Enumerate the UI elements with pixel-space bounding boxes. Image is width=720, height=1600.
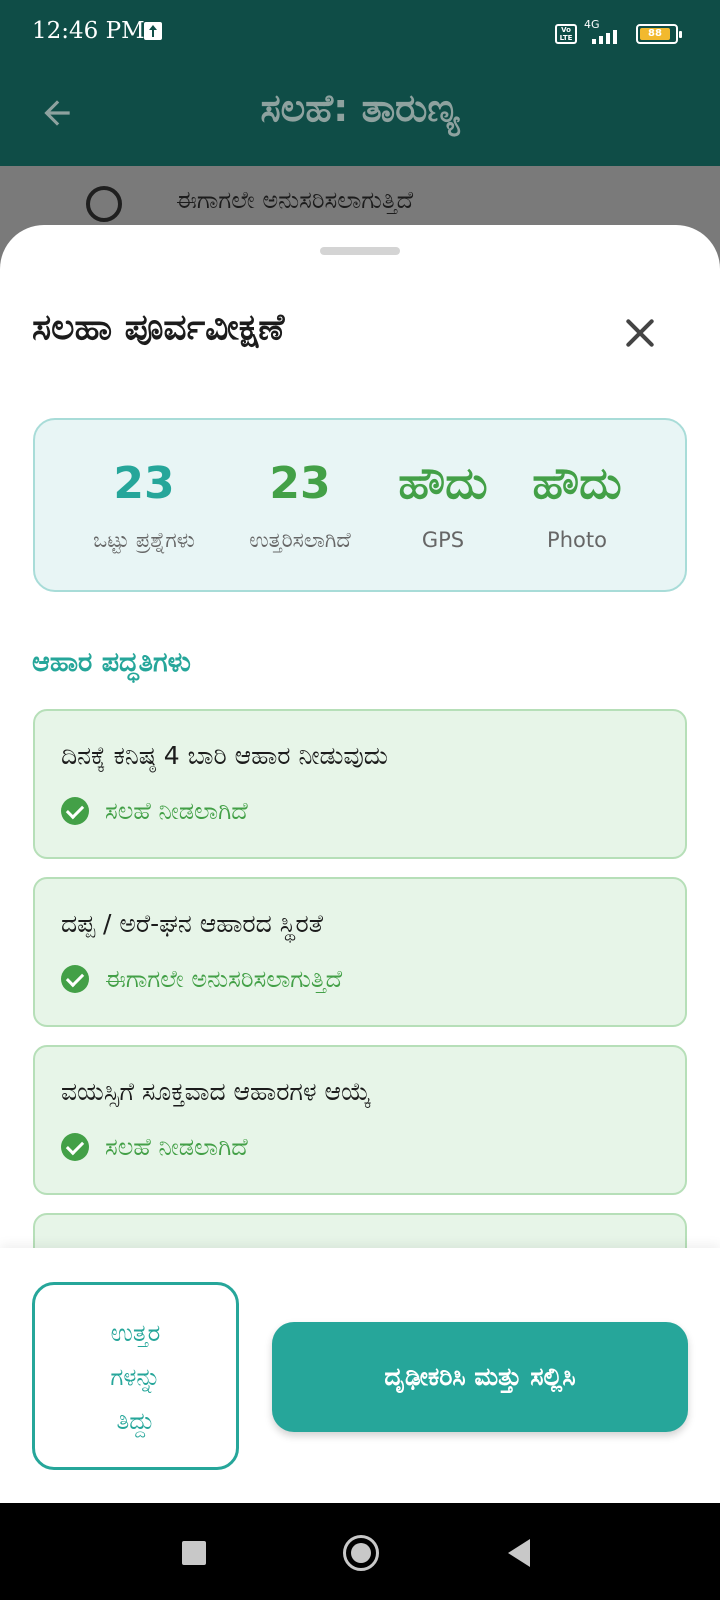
- advice-card: ವಯಸ್ಸಿಗೆ ಸೂಕ್ತವಾದ ಆಹಾರಗಳ ಆಯ್ಕೆ ಸಲಹೆ ನೀಡಲ…: [33, 1045, 687, 1195]
- advice-status: ಈಗಾಗಲೇ ಅನುಸರಿಸಲಾಗುತ್ತಿದೆ: [61, 965, 342, 993]
- stat-value: ಹೌದು: [532, 458, 622, 509]
- advice-status-text: ಸಲಹೆ ನೀಡಲಾಗಿದೆ: [105, 797, 248, 825]
- advice-card: ದಪ್ಪ / ಅರೆ-ಘನ ಆಹಾರದ ಸ್ಥಿರತೆ ಈಗಾಗಲೇ ಅನುಸರ…: [33, 877, 687, 1027]
- status-bar: 12:46 PM Vo LTE 4G 88: [0, 0, 720, 62]
- summary-card: 23 ಒಟ್ಟು ಪ್ರಶ್ನೆಗಳು 23 ಉತ್ತರಿಸಲಾಗಿದೆ ಹೌದ…: [33, 418, 687, 592]
- advice-status-text: ಈಗಾಗಲೇ ಅನುಸರಿಸಲಾಗುತ್ತಿದೆ: [105, 965, 343, 993]
- advice-title: ದಿನಕ್ಕೆ ಕನಿಷ್ಠ 4 ಬಾರಿ ಆಹಾರ ನೀಡುವುದು: [61, 741, 388, 770]
- battery-level: 88: [640, 28, 670, 40]
- section-title: ಆಹಾರ ಪದ್ಧತಿಗಳು: [32, 647, 191, 678]
- advice-status: ಸಲಹೆ ನೀಡಲಾಗಿದೆ: [61, 1133, 248, 1161]
- battery-icon: 88: [636, 24, 682, 44]
- check-circle-icon: [61, 1133, 89, 1161]
- drag-handle[interactable]: [320, 247, 400, 255]
- stat-photo: ಹೌದು Photo: [492, 454, 662, 552]
- signal-icon: 4G: [582, 18, 624, 46]
- close-icon[interactable]: [620, 313, 660, 353]
- advice-status-text: ಸಲಹೆ ನೀಡಲಾಗಿದೆ: [105, 1133, 248, 1161]
- app-bar: ಸಲಹೆ: ತಾರುಣ್ಯ: [0, 62, 720, 166]
- check-circle-icon: [61, 965, 89, 993]
- stat-total-questions: 23 ಒಟ್ಟು ಪ್ರಶ್ನೆಗಳು: [59, 454, 229, 553]
- advice-title: ವಯಸ್ಸಿಗೆ ಸೂಕ್ತವಾದ ಆಹಾರಗಳ ಆಯ್ಕೆ: [61, 1077, 372, 1106]
- upload-icon: [144, 22, 162, 40]
- advice-status: ಸಲಹೆ ನೀಡಲಾಗಿದೆ: [61, 797, 248, 825]
- stat-label: ಒಟ್ಟು ಪ್ರಶ್ನೆಗಳು: [93, 528, 195, 552]
- sheet-title: ಸಲಹಾ ಪೂರ್ವವೀಕ್ಷಣೆ: [32, 307, 285, 348]
- radio-option-label: ಈಗಾಗಲೇ ಅನುಸರಿಸಲಾಗುತ್ತಿದೆ: [176, 186, 414, 214]
- system-nav-bar: [0, 1503, 720, 1600]
- edit-answers-button[interactable]: ಉತ್ತರ ಗಳನ್ನು ತಿದ್ದು: [32, 1282, 239, 1470]
- circle-icon[interactable]: [343, 1535, 379, 1571]
- confirm-submit-button[interactable]: ದೃಢೀಕರಿಸಿ ಮತ್ತು ಸಲ್ಲಿಸಿ: [272, 1322, 688, 1432]
- status-time: 12:46 PM: [32, 18, 145, 44]
- triangle-back-icon[interactable]: [508, 1539, 530, 1567]
- page-title: ಸಲಹೆ: ತಾರುಣ್ಯ: [260, 86, 460, 130]
- radio-button[interactable]: [86, 186, 122, 222]
- check-circle-icon: [61, 797, 89, 825]
- stat-label: Photo: [547, 528, 607, 552]
- advice-title: ದಪ್ಪ / ಅರೆ-ಘನ ಆಹಾರದ ಸ್ಥಿರತೆ: [61, 909, 324, 938]
- square-icon[interactable]: [182, 1541, 206, 1565]
- advice-card: ದಿನಕ್ಕೆ ಕನಿಷ್ಠ 4 ಬಾರಿ ಆಹಾರ ನೀಡುವುದು ಸಲಹೆ…: [33, 709, 687, 859]
- sheet-footer: ಉತ್ತರ ಗಳನ್ನು ತಿದ್ದು ದೃಢೀಕರಿಸಿ ಮತ್ತು ಸಲ್ಲ…: [0, 1248, 720, 1503]
- volte-icon: Vo LTE: [555, 24, 577, 44]
- stat-value: 23: [113, 458, 175, 509]
- signal-bars: [592, 30, 617, 44]
